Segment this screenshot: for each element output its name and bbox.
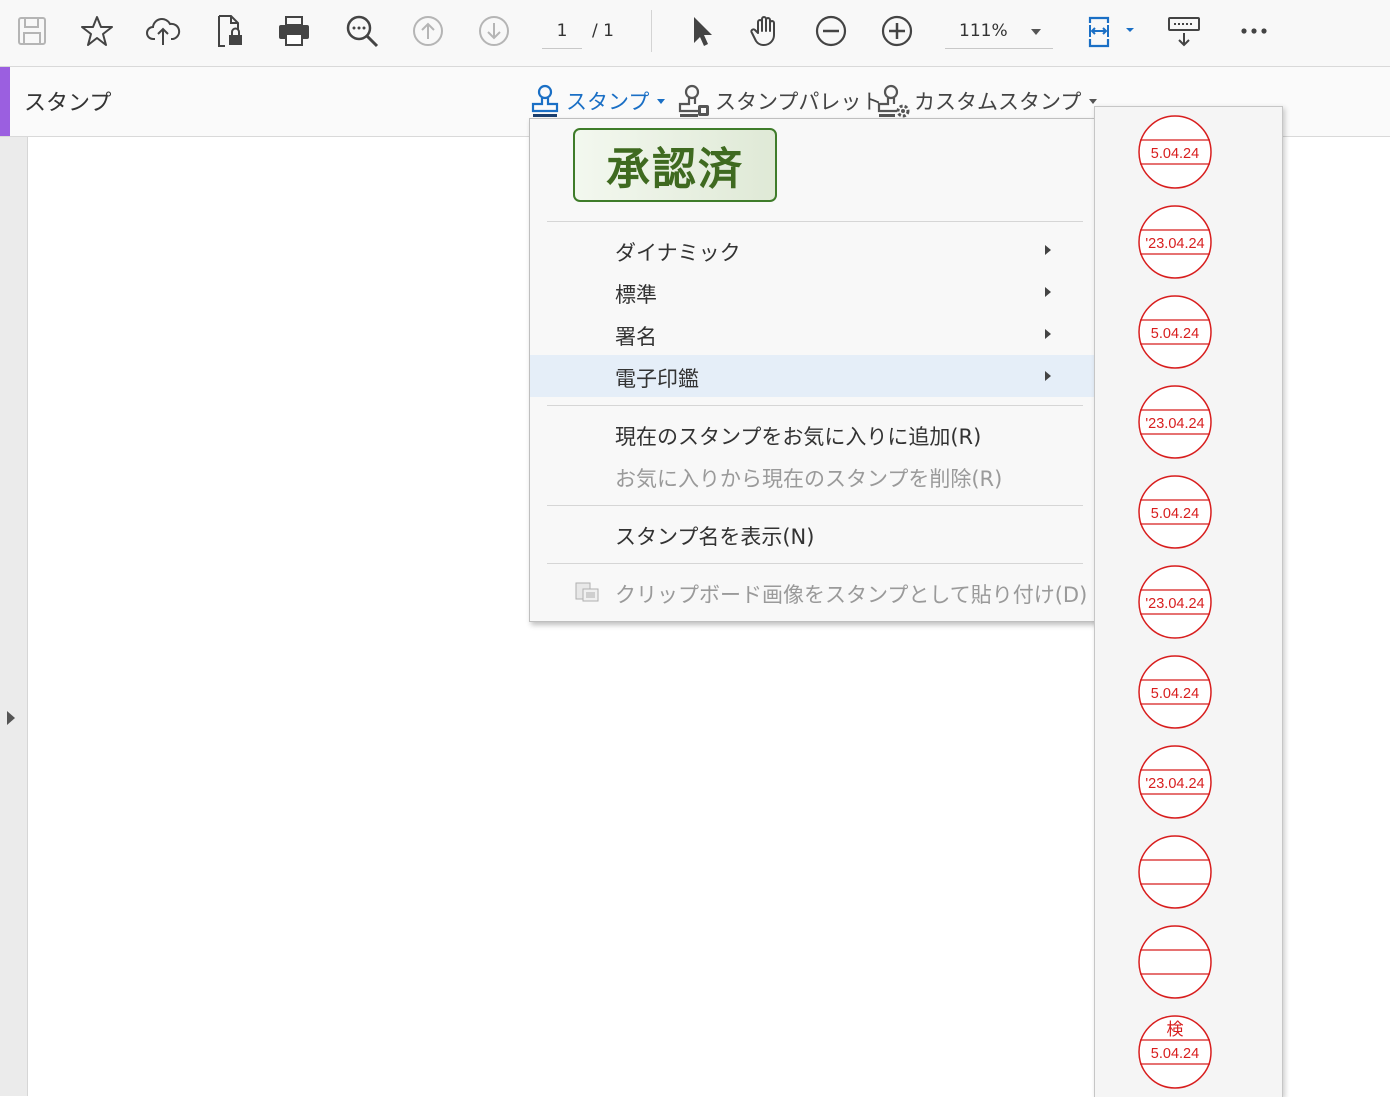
- seal-date-text: '23.04.24: [1145, 596, 1204, 612]
- zoom-out-icon[interactable]: [811, 10, 851, 52]
- page-total: / 1: [592, 21, 614, 41]
- custom-stamp-icon: [877, 84, 910, 118]
- menu-item-label: ダイナミック: [615, 241, 741, 265]
- seal-stamp[interactable]: [1137, 834, 1213, 910]
- protect-file-icon[interactable]: [209, 10, 249, 52]
- seal-date-text: '23.04.24: [1145, 236, 1204, 252]
- menu-item-standard[interactable]: 標準: [530, 271, 1096, 313]
- main-toolbar: 1 / 1 111%: [0, 0, 1390, 67]
- previous-page-icon[interactable]: [408, 10, 448, 52]
- custom-stamp-label: カスタムスタンプ: [914, 90, 1082, 114]
- print-icon[interactable]: [274, 10, 314, 52]
- expand-pane-icon[interactable]: [7, 711, 15, 725]
- seal-stamp[interactable]: '23.04.24: [1137, 744, 1213, 820]
- toolbar-divider: [651, 10, 652, 52]
- menu-item-show-names[interactable]: スタンプ名を表示(N): [530, 513, 1096, 555]
- seal-ring: [1138, 835, 1212, 909]
- seal-stamp[interactable]: 5.04.24: [1137, 474, 1213, 550]
- stamp-palette-icon: [678, 84, 709, 117]
- submenu-arrow-icon: [1045, 329, 1051, 339]
- search-icon[interactable]: [342, 10, 382, 52]
- menu-item-label: 現在のスタンプをお気に入りに追加(R): [615, 425, 982, 449]
- page-number-input[interactable]: 1: [542, 14, 582, 49]
- tool-title: スタンプ: [24, 91, 112, 116]
- keyboard-icon[interactable]: [1164, 10, 1204, 52]
- digital-seal-submenu: 5.04.24 '23.04.24 5.04.24 '23.04.24 5.04.24 '…: [1094, 106, 1283, 1097]
- menu-item-add-favorite[interactable]: 現在のスタンプをお気に入りに追加(R): [530, 413, 1096, 455]
- seal-stamp[interactable]: 5.04.24: [1137, 294, 1213, 370]
- select-cursor-icon[interactable]: [681, 10, 721, 52]
- seal-date-text: 5.04.24: [1151, 1046, 1199, 1062]
- tool-accent-bar: [0, 67, 10, 136]
- custom-stamp-button[interactable]: カスタムスタンプ: [876, 81, 1098, 121]
- seal-date-text: 5.04.24: [1151, 326, 1199, 342]
- menu-item-label: 電子印鑑: [615, 367, 699, 391]
- menu-item-label: クリップボード画像をスタンプとして貼り付け(D): [615, 583, 1088, 607]
- seal-stamp[interactable]: '23.04.24: [1137, 564, 1213, 640]
- clipboard-icon: [575, 582, 599, 602]
- menu-divider: [547, 405, 1083, 406]
- submenu-arrow-icon: [1045, 287, 1051, 297]
- menu-item-digital-seal[interactable]: 電子印鑑: [530, 355, 1096, 397]
- save-icon[interactable]: [12, 10, 52, 52]
- chevron-down-icon: [1031, 29, 1041, 35]
- seal-stamp[interactable]: '23.04.24: [1137, 384, 1213, 460]
- seal-date-text: 5.04.24: [1151, 146, 1199, 162]
- menu-divider: [547, 221, 1083, 222]
- seal-date-text: 5.04.24: [1151, 686, 1199, 702]
- zoom-select[interactable]: 111%: [945, 14, 1053, 49]
- seal-date-text: 5.04.24: [1151, 506, 1199, 522]
- zoom-value: 111%: [959, 21, 1008, 41]
- seal-ring: [1138, 925, 1212, 999]
- stamp-icon: [531, 84, 559, 117]
- seal-date-text: '23.04.24: [1145, 776, 1204, 792]
- seal-stamp[interactable]: 5.04.24: [1137, 654, 1213, 730]
- cloud-upload-icon[interactable]: [143, 10, 183, 52]
- chevron-down-icon: [657, 98, 666, 104]
- stamp-palette-button[interactable]: スタンプパレット: [677, 81, 882, 121]
- menu-item-label: 標準: [615, 283, 657, 307]
- seal-top-text: 検: [1167, 1020, 1184, 1040]
- menu-item-dynamic[interactable]: ダイナミック: [530, 229, 1096, 271]
- seal-stamp[interactable]: [1137, 924, 1213, 1000]
- stamp-menu-label: スタンプ: [566, 90, 650, 114]
- menu-divider: [547, 563, 1083, 564]
- seal-date-text: '23.04.24: [1145, 416, 1204, 432]
- seal-stamp[interactable]: 5.04.24: [1137, 114, 1213, 190]
- hand-tool-icon[interactable]: [746, 10, 786, 52]
- menu-item-label: お気に入りから現在のスタンプを削除(R): [615, 467, 1003, 491]
- chevron-down-icon: [1089, 98, 1098, 104]
- next-page-icon[interactable]: [474, 10, 514, 52]
- bookmark-star-icon[interactable]: [77, 10, 117, 52]
- menu-item-signature[interactable]: 署名: [530, 313, 1096, 355]
- left-navigation-pane: [0, 137, 28, 1096]
- seal-stamp[interactable]: '23.04.24: [1137, 204, 1213, 280]
- zoom-in-icon[interactable]: [877, 10, 917, 52]
- stamp-palette-label: スタンプパレット: [715, 90, 883, 114]
- fit-page-icon[interactable]: [1080, 10, 1138, 52]
- submenu-arrow-icon: [1045, 371, 1051, 381]
- stamp-menu-button[interactable]: スタンプ: [528, 81, 666, 121]
- more-options-icon[interactable]: [1234, 10, 1274, 52]
- menu-item-label: スタンプ名を表示(N): [615, 525, 815, 549]
- menu-divider: [547, 505, 1083, 506]
- submenu-arrow-icon: [1045, 245, 1051, 255]
- menu-item-label: 署名: [615, 325, 657, 349]
- menu-item-paste-clipboard: クリップボード画像をスタンプとして貼り付け(D): [530, 571, 1096, 613]
- seal-stamp[interactable]: 検 5.04.24: [1137, 1014, 1213, 1090]
- stamp-dropdown-menu: 承認済 ダイナミック 標準 署名 電子印鑑 現在のスタンプをお気に入りに追加(R…: [529, 118, 1097, 622]
- menu-item-remove-favorite: お気に入りから現在のスタンプを削除(R): [530, 455, 1096, 497]
- current-stamp-preview[interactable]: 承認済: [573, 128, 777, 202]
